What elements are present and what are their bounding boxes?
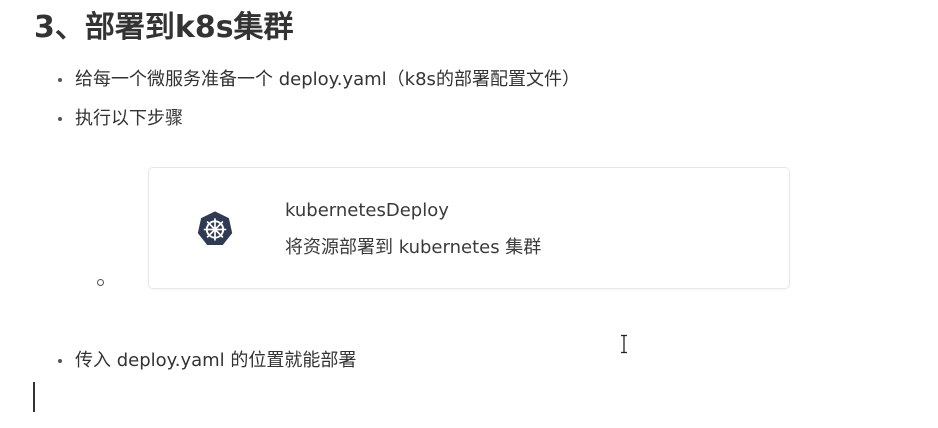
- bullet-dot: [58, 359, 62, 363]
- ibeam-cursor-icon: [621, 334, 627, 354]
- bullet-dot: [58, 78, 62, 82]
- list-item: 给每一个微服务准备一个 deploy.yaml（k8s的部署配置文件）: [58, 67, 580, 93]
- kubernetes-helm-icon: [197, 211, 233, 246]
- list-item-text: 给每一个微服务准备一个 deploy.yaml（k8s的部署配置文件）: [75, 69, 580, 90]
- list-item: 传入 deploy.yaml 的位置就能部署: [58, 348, 356, 374]
- list-item-text: 执行以下步骤: [75, 108, 183, 129]
- section-heading: 3、部署到k8s集群: [34, 10, 294, 45]
- card-description: 将资源部署到 kubernetes 集群: [285, 237, 542, 258]
- list-item-text: 传入 deploy.yaml 的位置就能部署: [75, 350, 357, 371]
- sub-list-bullet: [97, 279, 104, 286]
- card-title: kubernetesDeploy: [285, 200, 449, 221]
- text-caret: [33, 382, 35, 412]
- bullet-dot: [58, 117, 62, 121]
- step-card[interactable]: kubernetesDeploy 将资源部署到 kubernetes 集群: [148, 167, 790, 289]
- list-item: 执行以下步骤: [58, 106, 183, 132]
